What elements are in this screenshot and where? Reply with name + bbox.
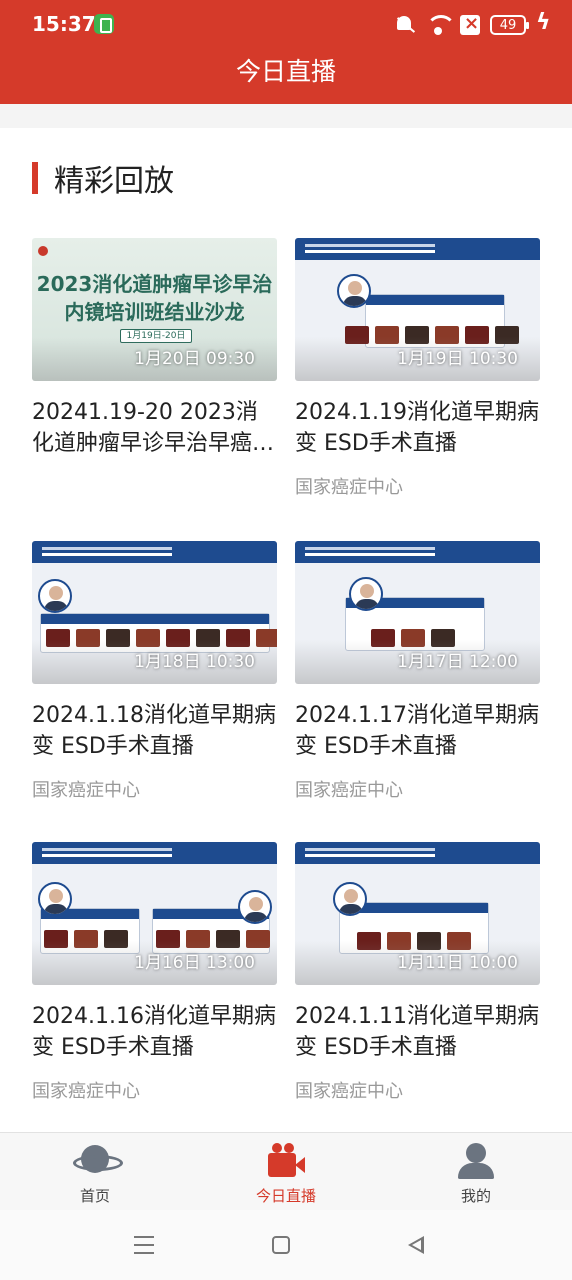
- video-date: 1月11日 10:00: [397, 953, 518, 973]
- card-title: 2024.1.11消化道早期病变 ESD手术直播: [295, 1004, 539, 1060]
- thumbnail-panel: [365, 294, 505, 348]
- doctor-avatar: [38, 882, 72, 916]
- user-icon: [454, 1141, 498, 1181]
- status-icons: 49: [394, 10, 551, 37]
- bell-muted-icon: [394, 14, 416, 36]
- card-source: 国家癌症中心: [32, 1081, 140, 1102]
- doctor-avatar: [38, 579, 72, 613]
- card-title: 2024.1.16消化道早期病变 ESD手术直播: [32, 1004, 276, 1060]
- thumbnail-images: [44, 930, 128, 948]
- card-source: 国家癌症中心: [32, 780, 140, 801]
- card-source: 国家癌症中心: [295, 477, 403, 498]
- doctor-avatar: [238, 890, 272, 924]
- app-notification-icon: [94, 14, 114, 34]
- back-icon[interactable]: [406, 1234, 428, 1256]
- section-title: 精彩回放: [54, 164, 174, 199]
- video-date: 1月18日 10:30: [134, 652, 255, 672]
- thumbnail-heading: 2023消化道肿瘤早诊早治: [36, 272, 273, 296]
- video-thumbnail[interactable]: 1月17日 12:00: [295, 541, 540, 684]
- menu-icon[interactable]: [134, 1234, 156, 1256]
- bottom-nav: 首页 今日直播 我的: [0, 1132, 572, 1210]
- card-title: 2024.1.17消化道早期病变 ESD手术直播: [295, 703, 539, 759]
- status-bar: 15:37 49: [0, 0, 572, 50]
- card-source: 国家癌症中心: [295, 1081, 403, 1102]
- doctor-avatar: [333, 882, 367, 916]
- replay-card[interactable]: 2023消化道肿瘤早诊早治 内镜培训班结业沙龙 1月19日-20日 1月20日 …: [32, 238, 277, 459]
- status-time: 15:37: [32, 12, 96, 36]
- card-title: 2024.1.18消化道早期病变 ESD手术直播: [32, 703, 276, 759]
- section-accent-bar: [32, 162, 38, 194]
- video-date: 1月19日 10:30: [397, 349, 518, 369]
- video-thumbnail[interactable]: 1月18日 10:30: [32, 541, 277, 684]
- card-title: 2024.1.19消化道早期病变 ESD手术直播: [295, 400, 539, 456]
- home-square-icon[interactable]: [272, 1236, 290, 1254]
- thumbnail-banner: [295, 541, 540, 563]
- video-date: 1月20日 09:30: [134, 349, 255, 369]
- video-date: 1月16日 13:00: [134, 953, 255, 973]
- app-header: 15:37 49 今日直播: [0, 0, 572, 104]
- replay-content[interactable]: 精彩回放 2023消化道肿瘤早诊早治 内镜培训班结业沙龙 1月19日-20日 1…: [0, 128, 572, 1132]
- charging-icon: [536, 10, 551, 36]
- thumbnail-banner: [32, 842, 277, 864]
- nav-home-label: 首页: [79, 1187, 110, 1205]
- planet-icon: [73, 1141, 123, 1181]
- video-thumbnail[interactable]: 1月19日 10:30: [295, 238, 540, 381]
- nav-live-label: 今日直播: [255, 1187, 316, 1205]
- video-thumbnail[interactable]: 1月11日 10:00: [295, 842, 540, 985]
- thumbnail-images: [345, 326, 519, 344]
- battery-icon: 49: [490, 15, 529, 35]
- thumbnail-banner: [295, 842, 540, 864]
- replay-card[interactable]: 1月11日 10:00 2024.1.11消化道早期病变 ESD手术直播 国家癌…: [295, 842, 540, 1103]
- sim-icon: [460, 13, 480, 35]
- doctor-avatar: [349, 577, 383, 611]
- thumbnail-images: [46, 629, 277, 647]
- section-header: 精彩回放: [32, 162, 174, 199]
- card-title: 20241.19-20 2023消化道肿瘤早诊早治早癌…: [32, 400, 275, 456]
- video-thumbnail[interactable]: 1月16日 13:00: [32, 842, 277, 985]
- thumbnail-images: [371, 629, 455, 647]
- page-title: 今日直播: [235, 57, 336, 86]
- thumbnail-images: [156, 930, 270, 948]
- wifi-icon: [426, 15, 456, 35]
- logo-icon: [38, 246, 48, 256]
- nav-mine-label: 我的: [460, 1187, 491, 1205]
- card-source: 国家癌症中心: [295, 780, 403, 801]
- replay-card[interactable]: 1月16日 13:00 2024.1.16消化道早期病变 ESD手术直播 国家癌…: [32, 842, 277, 1103]
- thumbnail-date-tag: 1月19日-20日: [120, 329, 192, 343]
- doctor-avatar: [337, 274, 371, 308]
- video-date: 1月17日 12:00: [397, 652, 518, 672]
- thumbnail-subheading: 内镜培训班结业沙龙: [64, 300, 245, 324]
- thumbnail-banner: [32, 541, 277, 563]
- nav-live[interactable]: 今日直播: [226, 1141, 346, 1206]
- replay-card[interactable]: 1月19日 10:30 2024.1.19消化道早期病变 ESD手术直播 国家癌…: [295, 238, 540, 499]
- video-thumbnail[interactable]: 2023消化道肿瘤早诊早治 内镜培训班结业沙龙 1月19日-20日 1月20日 …: [32, 238, 277, 381]
- nav-mine[interactable]: 我的: [416, 1141, 536, 1206]
- replay-card[interactable]: 1月17日 12:00 2024.1.17消化道早期病变 ESD手术直播 国家癌…: [295, 541, 540, 802]
- video-camera-icon: [264, 1141, 308, 1181]
- replay-card[interactable]: 1月18日 10:30 2024.1.18消化道早期病变 ESD手术直播 国家癌…: [32, 541, 277, 802]
- thumbnail-banner: [295, 238, 540, 260]
- nav-home[interactable]: 首页: [35, 1141, 155, 1206]
- system-nav-bar: [0, 1210, 572, 1280]
